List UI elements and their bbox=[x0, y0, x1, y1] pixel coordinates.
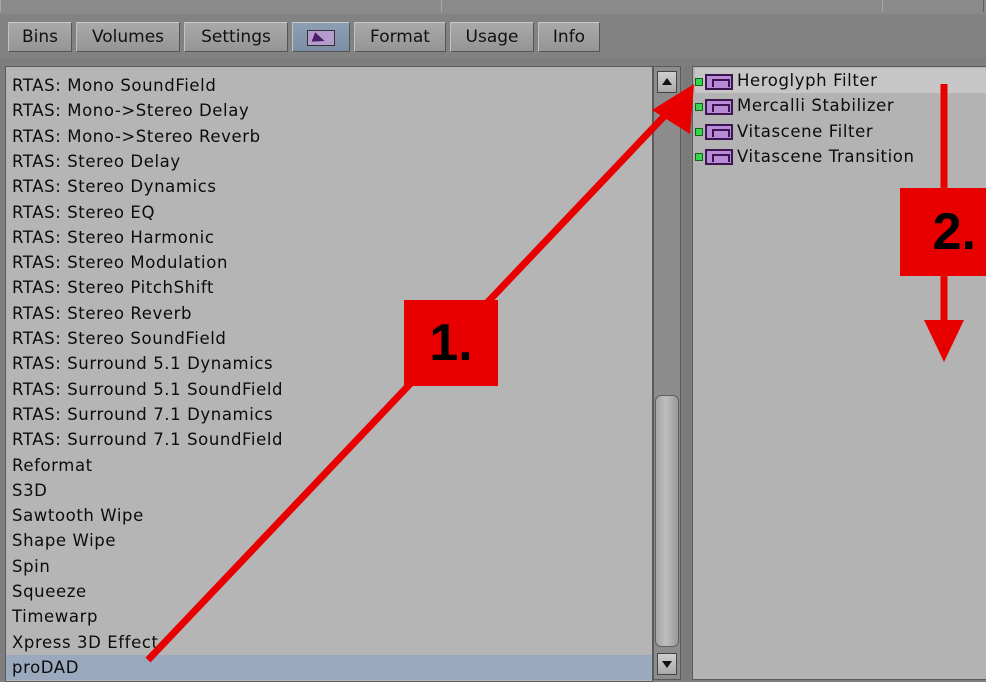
effect-icon bbox=[705, 73, 733, 90]
category-item[interactable]: RTAS: Stereo PitchShift bbox=[12, 275, 214, 300]
effect-item[interactable]: Mercalli Stabilizer bbox=[695, 93, 894, 118]
category-item-selected[interactable]: proDAD bbox=[6, 654, 652, 680]
status-dot-icon bbox=[695, 128, 703, 137]
effect-name: Vitascene Filter bbox=[737, 121, 874, 141]
category-item[interactable]: S3D bbox=[12, 478, 47, 503]
effect-item[interactable]: Vitascene Filter bbox=[695, 119, 873, 144]
effect-item[interactable]: Vitascene Transition bbox=[695, 144, 915, 169]
tab-info[interactable]: Info bbox=[538, 22, 600, 52]
category-item[interactable]: RTAS: Surround 7.1 SoundField bbox=[12, 427, 283, 452]
category-item[interactable]: RTAS: Surround 5.1 SoundField bbox=[12, 377, 283, 402]
effect-name: Vitascene Transition bbox=[737, 146, 915, 166]
status-dot-icon bbox=[695, 153, 703, 162]
status-dot-icon bbox=[695, 102, 703, 111]
category-item[interactable]: Sawtooth Wipe bbox=[12, 503, 144, 528]
scroll-thumb[interactable] bbox=[655, 395, 679, 647]
effect-icon-glyph bbox=[712, 78, 730, 87]
category-item[interactable]: RTAS: Mono->Stereo Delay bbox=[12, 98, 249, 123]
category-item[interactable]: RTAS: Stereo SoundField bbox=[12, 326, 226, 351]
effect-icon bbox=[705, 124, 733, 141]
tab-bins[interactable]: Bins bbox=[8, 22, 72, 52]
window-top-strip bbox=[0, 0, 986, 15]
category-item[interactable]: RTAS: Surround 7.1 Dynamics bbox=[12, 402, 273, 427]
category-item[interactable]: RTAS: Stereo Dynamics bbox=[12, 174, 217, 199]
tab-effects[interactable] bbox=[292, 22, 350, 52]
top-strip-segment bbox=[882, 0, 984, 12]
effect-icon-glyph bbox=[712, 154, 730, 163]
effect-icon bbox=[705, 149, 733, 166]
effect-icon-glyph bbox=[712, 103, 730, 112]
effects-palette-icon bbox=[307, 30, 335, 46]
category-item[interactable]: Squeeze bbox=[12, 579, 87, 604]
tab-settings[interactable]: Settings bbox=[184, 22, 288, 52]
tab-volumes[interactable]: Volumes bbox=[76, 22, 180, 52]
top-strip-segment bbox=[441, 0, 883, 12]
category-item[interactable]: RTAS: Mono->Stereo Reverb bbox=[12, 124, 261, 149]
arrow-up-icon bbox=[662, 78, 672, 85]
category-item[interactable]: Spin bbox=[12, 554, 50, 579]
effect-item[interactable]: Heroglyph Filter bbox=[695, 68, 986, 93]
effects-list: Heroglyph Filter Mercalli Stabilizer Vitas… bbox=[692, 66, 986, 680]
category-item[interactable]: Timewarp bbox=[12, 604, 98, 629]
category-item[interactable]: Xpress 3D Effect bbox=[12, 630, 159, 655]
category-item[interactable]: RTAS: Stereo Modulation bbox=[12, 250, 228, 275]
panel-divider[interactable] bbox=[684, 66, 690, 680]
category-item[interactable]: RTAS: Mono SoundField bbox=[12, 73, 216, 98]
tab-usage[interactable]: Usage bbox=[450, 22, 534, 52]
effect-category-list: RTAS: Mono SoundField RTAS: Mono->Stereo … bbox=[5, 66, 653, 682]
top-strip-segment bbox=[0, 0, 442, 12]
category-item[interactable]: RTAS: Stereo EQ bbox=[12, 200, 155, 225]
category-item[interactable]: Shape Wipe bbox=[12, 528, 116, 553]
scroll-down-button[interactable] bbox=[657, 653, 677, 675]
status-dot-icon bbox=[695, 77, 703, 86]
category-item[interactable]: Reformat bbox=[12, 453, 93, 478]
scroll-up-button[interactable] bbox=[657, 71, 677, 93]
arrow-down-icon bbox=[662, 661, 672, 668]
category-scrollbar[interactable] bbox=[653, 66, 681, 680]
category-item[interactable]: RTAS: Surround 5.1 Dynamics bbox=[12, 351, 273, 376]
category-item[interactable]: RTAS: Stereo Reverb bbox=[12, 301, 192, 326]
category-item[interactable]: RTAS: Stereo Harmonic bbox=[12, 225, 215, 250]
effect-icon-glyph bbox=[712, 129, 730, 138]
category-item[interactable]: RTAS: Stereo Delay bbox=[12, 149, 181, 174]
effect-name: Mercalli Stabilizer bbox=[737, 96, 895, 116]
tab-format[interactable]: Format bbox=[354, 22, 446, 52]
effect-icon bbox=[705, 98, 733, 115]
effect-name: Heroglyph Filter bbox=[737, 71, 878, 90]
project-tab-bar: Bins Volumes Settings Format Usage Info bbox=[0, 14, 986, 58]
